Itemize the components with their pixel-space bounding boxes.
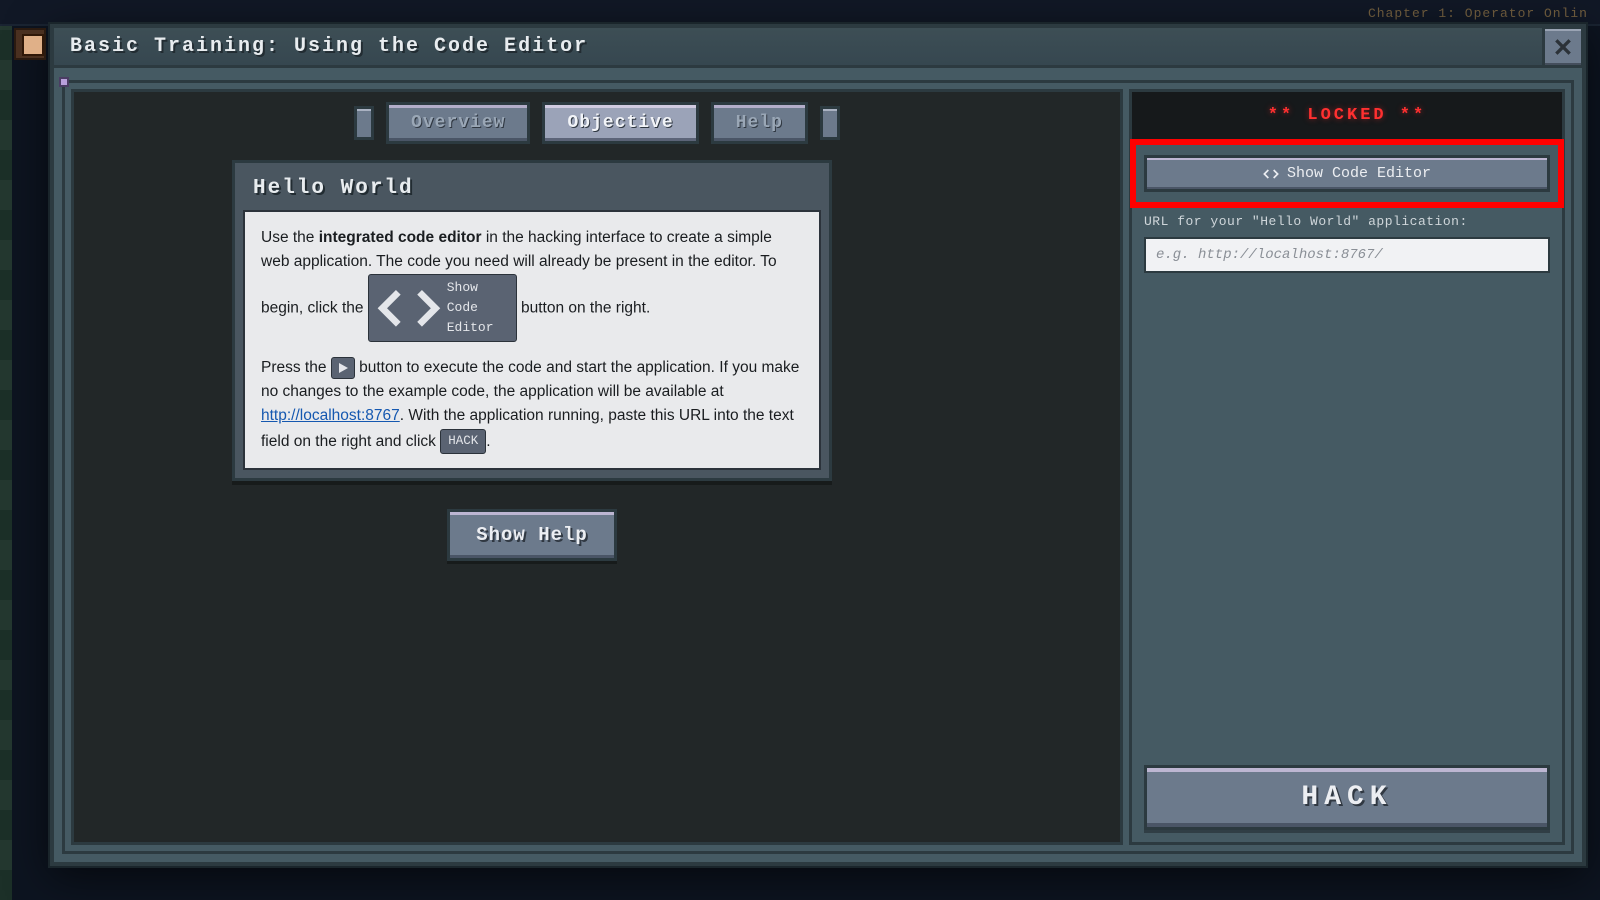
tab-bracket-right	[820, 106, 840, 140]
left-pane: Overview Objective Help Hello World Use …	[71, 89, 1123, 845]
locked-indicator: ** LOCKED **	[1132, 92, 1562, 139]
right-spacer	[1132, 273, 1562, 753]
url-field-label: URL for your "Hello World" application:	[1132, 208, 1562, 237]
close-icon	[1553, 37, 1573, 57]
map-left-sliver	[0, 26, 12, 900]
objective-card: Hello World Use the integrated code edit…	[232, 160, 832, 481]
close-button[interactable]	[1542, 26, 1584, 68]
tab-overview[interactable]: Overview	[386, 102, 530, 144]
localhost-link[interactable]: http://localhost:8767	[261, 407, 400, 424]
code-icon	[1263, 167, 1279, 181]
objective-paragraph-1: Use the integrated code editor in the ha…	[261, 226, 803, 342]
modal-title: Basic Training: Using the Code Editor	[70, 35, 588, 58]
modal-body: Overview Objective Help Hello World Use …	[62, 80, 1574, 854]
show-code-editor-label: Show Code Editor	[1287, 165, 1431, 182]
objective-heading: Hello World	[235, 163, 829, 210]
inline-hack-chip: HACK	[440, 429, 486, 454]
modal-titlebar: Basic Training: Using the Code Editor	[54, 28, 1582, 68]
tab-row: Overview Objective Help	[354, 102, 840, 144]
show-code-editor-button[interactable]: Show Code Editor	[1144, 155, 1550, 192]
objective-body: Use the integrated code editor in the ha…	[243, 210, 821, 470]
corner-decoration	[59, 77, 69, 87]
code-icon	[377, 287, 441, 330]
tab-help[interactable]: Help	[711, 102, 808, 144]
show-code-editor-highlight: Show Code Editor	[1130, 139, 1564, 208]
url-input-wrap	[1132, 237, 1562, 273]
top-bar	[0, 0, 1600, 26]
player-avatar	[14, 28, 46, 60]
right-pane: ** LOCKED ** Show Code Editor URL for yo…	[1129, 89, 1565, 845]
inline-show-code-editor-chip: Show Code Editor	[368, 274, 517, 342]
tab-bracket-left	[354, 106, 374, 140]
url-input[interactable]	[1144, 237, 1550, 273]
chapter-label: Chapter 1: Operator Onlin	[1368, 6, 1588, 21]
objective-paragraph-2: Press the button to execute the code and…	[261, 356, 803, 453]
tab-objective[interactable]: Objective	[542, 102, 698, 144]
hack-button[interactable]: HACK	[1144, 765, 1550, 830]
training-modal: Basic Training: Using the Code Editor Ov…	[50, 24, 1586, 866]
show-help-button[interactable]: Show Help	[447, 509, 617, 561]
play-icon	[337, 362, 349, 374]
inline-play-chip	[331, 357, 355, 379]
